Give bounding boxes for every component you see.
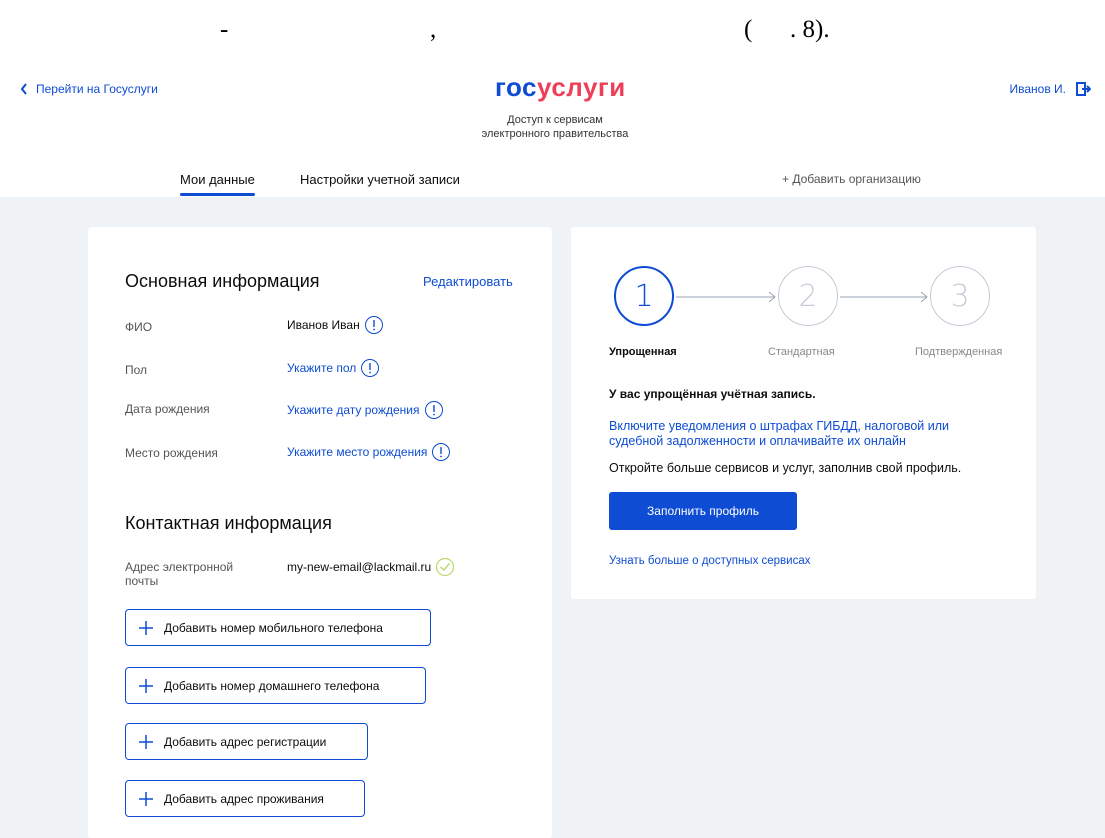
document-caption: - , ( . 8). bbox=[0, 10, 1105, 46]
add-organization-link[interactable]: + Добавить организацию bbox=[782, 172, 921, 186]
add-residence-address-label: Добавить адрес проживания bbox=[164, 791, 324, 806]
logout-icon[interactable] bbox=[1076, 82, 1091, 96]
add-mobile-phone-button[interactable]: Добавить номер мобильного телефона bbox=[125, 609, 431, 646]
user-menu[interactable]: Иванов И. bbox=[1009, 82, 1091, 96]
basic-info-title: Основная информация bbox=[125, 271, 320, 291]
plus-icon bbox=[139, 734, 153, 749]
add-residence-address-button[interactable]: Добавить адрес проживания bbox=[125, 780, 365, 817]
step-2-label: Стандартная bbox=[768, 346, 835, 358]
plus-icon bbox=[139, 678, 153, 693]
gender-link[interactable]: Укажите пол bbox=[287, 361, 356, 375]
info-icon[interactable] bbox=[424, 400, 444, 420]
back-to-gosuslugi-link[interactable]: Перейти на Госуслуги bbox=[20, 82, 158, 96]
email-label: Адрес электронной почты bbox=[125, 560, 233, 588]
info-icon[interactable] bbox=[364, 315, 384, 335]
tagline-line-2: электронного правительства bbox=[481, 128, 629, 140]
edit-link[interactable]: Редактировать bbox=[423, 274, 513, 289]
caption-open-paren: ( bbox=[744, 16, 753, 43]
birth-place-label: Место рождения bbox=[125, 446, 218, 460]
notifications-link-line-2[interactable]: судебной задолженности и оплачивайте их … bbox=[609, 434, 1009, 449]
arrow-right-icon bbox=[840, 291, 928, 303]
birth-date-link[interactable]: Укажите дату рождения bbox=[287, 403, 420, 417]
logo-part-gos: гос bbox=[495, 72, 537, 102]
add-home-phone-label: Добавить номер домашнего телефона bbox=[164, 678, 380, 693]
birth-place-link[interactable]: Укажите место рождения bbox=[287, 445, 427, 459]
step-1-label: Упрощенная bbox=[609, 346, 677, 358]
fill-profile-button[interactable]: Заполнить профиль bbox=[609, 492, 797, 530]
chevron-left-icon bbox=[20, 83, 27, 95]
gosuslugi-logo[interactable]: госуслуги bbox=[495, 72, 626, 103]
caption-comma: , bbox=[430, 16, 437, 43]
tagline-line-1: Доступ к сервисам bbox=[507, 114, 603, 126]
step-3-circle: 3 bbox=[930, 266, 990, 326]
learn-more-link[interactable]: Узнать больше о доступных сервисах bbox=[609, 555, 810, 567]
account-status-text: У вас упрощённая учётная запись. bbox=[609, 387, 816, 401]
profile-tabs: Мои данные Настройки учетной записи + До… bbox=[0, 172, 1105, 198]
plus-icon bbox=[139, 620, 153, 635]
add-registration-address-button[interactable]: Добавить адрес регистрации bbox=[125, 723, 368, 760]
step-1-circle: 1 bbox=[614, 266, 674, 326]
logo-tagline: Доступ к сервисам электронного правитель… bbox=[455, 113, 655, 141]
birth-date-label: Дата рождения bbox=[125, 402, 210, 416]
email-text: my-new-email@lackmail.ru bbox=[287, 560, 432, 574]
arrow-right-icon bbox=[676, 291, 776, 303]
notifications-link-line-1[interactable]: Включите уведомления о штрафах ГИБДД, на… bbox=[609, 419, 1009, 434]
fio-text: Иванов Иван bbox=[287, 318, 360, 332]
birth-date-value[interactable]: Укажите дату рождения bbox=[287, 400, 444, 420]
birth-place-value[interactable]: Укажите место рождения bbox=[287, 442, 451, 462]
info-icon[interactable] bbox=[360, 358, 380, 378]
info-icon[interactable] bbox=[431, 442, 451, 462]
caption-figure-ref: . 8). bbox=[790, 16, 830, 43]
plus-icon bbox=[139, 791, 153, 806]
tab-account-settings[interactable]: Настройки учетной записи bbox=[300, 172, 460, 187]
caption-dash: - bbox=[220, 16, 229, 43]
add-mobile-phone-label: Добавить номер мобильного телефона bbox=[164, 620, 383, 635]
fio-value: Иванов Иван bbox=[287, 315, 384, 335]
gender-value[interactable]: Укажите пол bbox=[287, 358, 380, 378]
tab-my-data[interactable]: Мои данные bbox=[180, 172, 255, 196]
user-name[interactable]: Иванов И. bbox=[1009, 82, 1066, 96]
add-home-phone-button[interactable]: Добавить номер домашнего телефона bbox=[125, 667, 426, 704]
add-registration-address-label: Добавить адрес регистрации bbox=[164, 734, 327, 749]
fio-label: ФИО bbox=[125, 320, 153, 334]
email-label-line-1: Адрес электронной bbox=[125, 560, 234, 574]
logo-part-uslugi: услуги bbox=[537, 72, 626, 102]
contact-info-title: Контактная информация bbox=[125, 513, 332, 533]
check-icon bbox=[436, 557, 455, 577]
back-link-label: Перейти на Госуслуги bbox=[36, 82, 158, 96]
gender-label: Пол bbox=[125, 363, 148, 377]
step-3-label: Подтвержденная bbox=[915, 346, 1003, 358]
email-label-line-2: почты bbox=[125, 574, 159, 588]
email-value: my-new-email@lackmail.ru bbox=[287, 557, 455, 577]
notifications-link[interactable]: Включите уведомления о штрафах ГИБДД, на… bbox=[609, 419, 1009, 449]
open-more-services-text: Откройте больше сервисов и услуг, заполн… bbox=[609, 461, 962, 475]
step-2-circle: 2 bbox=[778, 266, 838, 326]
